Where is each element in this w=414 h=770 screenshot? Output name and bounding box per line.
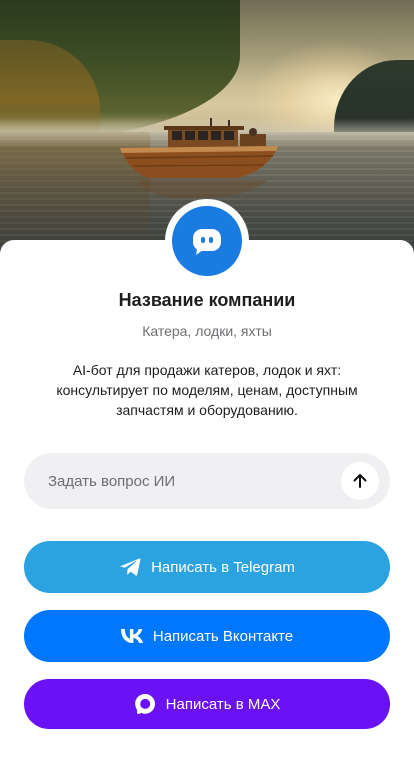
max-button[interactable]: Написать в MAX (24, 679, 390, 729)
telegram-button[interactable]: Написать в Telegram (24, 541, 390, 593)
vkontakte-button-label: Написать Вконтакте (152, 627, 294, 645)
boat-illustration (120, 118, 278, 198)
company-description: AI-бот для продажи катеров, лодок и яхт:… (56, 362, 358, 418)
send-button[interactable] (341, 462, 379, 500)
vk-icon (120, 629, 143, 643)
arrow-up-icon (353, 474, 367, 488)
avatar (172, 206, 242, 276)
vkontakte-button[interactable]: Написать Вконтакте (24, 610, 390, 662)
ask-ai-input[interactable] (48, 453, 348, 509)
page: Название компании Катера, лодки, яхты AI… (0, 0, 414, 770)
company-subtitle: Катера, лодки, яхты (142, 323, 272, 339)
telegram-icon (119, 558, 141, 576)
max-button-label: Написать в MAX (165, 695, 281, 713)
max-icon (134, 694, 155, 714)
telegram-button-label: Написать в Telegram (151, 558, 295, 576)
ask-ai-field (24, 453, 390, 509)
chat-bot-icon (193, 229, 221, 255)
company-name: Название компании (118, 290, 296, 310)
